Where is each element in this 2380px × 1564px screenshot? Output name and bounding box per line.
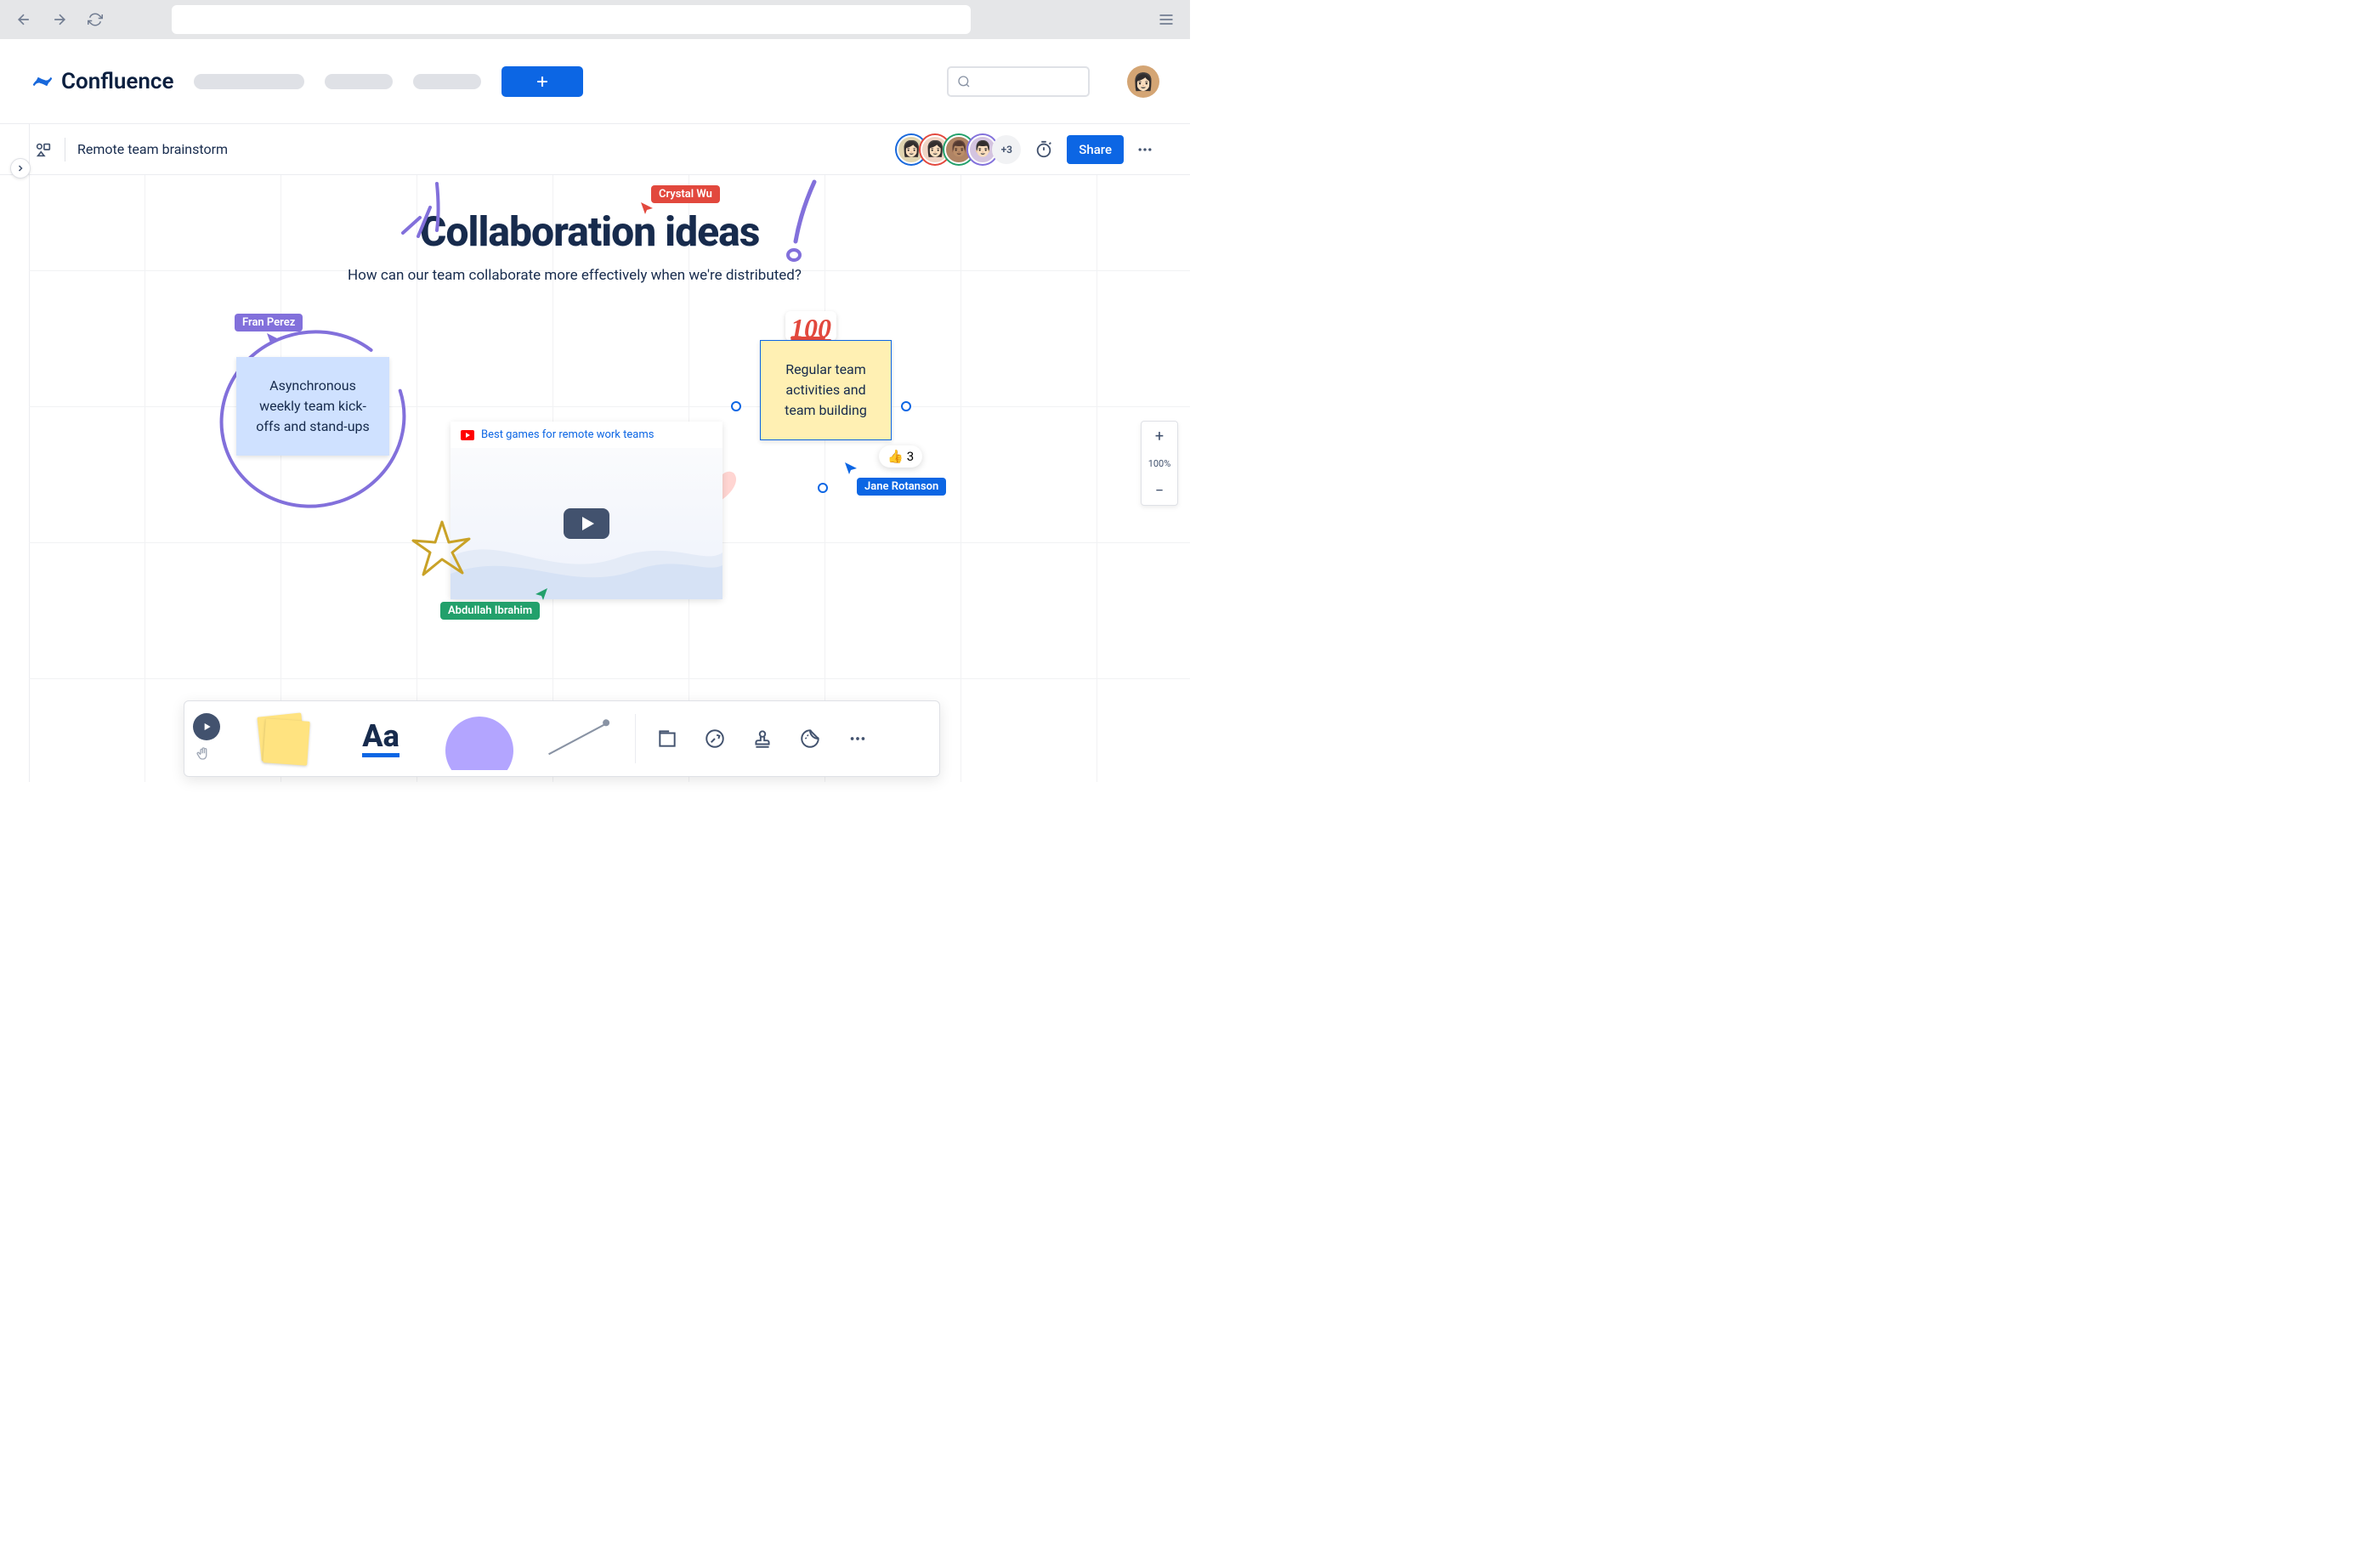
zoom-in-button[interactable]: + [1142,422,1177,450]
smart-link-tool[interactable] [694,717,736,760]
line-tool[interactable] [531,707,625,770]
section-tool[interactable] [646,717,688,760]
back-button[interactable] [14,9,34,30]
zoom-out-button[interactable]: − [1142,476,1177,505]
sticky-note-blue[interactable]: Asynchronous weekly team kick-offs and s… [236,357,389,456]
thumbs-up-icon: 👍 [887,449,904,464]
canvas-heading: Collaboration ideas [420,207,759,256]
app-name: Confluence [61,69,173,94]
url-bar[interactable] [172,5,971,34]
deco-exclaim-right [780,175,831,264]
play-icon [564,508,609,539]
video-title: Best games for remote work teams [481,428,654,441]
zoom-level: 100% [1142,450,1177,476]
sticky-note-tool[interactable] [235,707,329,770]
zoom-controls: + 100% − [1141,421,1178,506]
video-embed[interactable]: Best games for remote work teams [450,422,722,599]
nav-placeholder-1[interactable] [194,74,304,89]
profile-avatar[interactable]: 👩🏻 [1127,65,1159,98]
selection-handle-bottom[interactable] [818,483,828,493]
whiteboard-icon [34,140,53,159]
cursor-label-jane: Jane Rotanson [857,478,946,496]
share-button[interactable]: Share [1067,135,1124,164]
sidebar-toggle[interactable] [10,158,31,178]
youtube-icon [461,430,474,440]
browser-chrome [0,0,1190,39]
sticker-100[interactable]: 100 [785,311,836,341]
reload-button[interactable] [85,9,105,30]
canvas-subtitle: How can our team collaborate more effect… [348,267,802,284]
cursor-label-fran: Fran Perez [235,314,303,332]
document-header: Remote team brainstorm 👩🏻 👩🏻 👨🏽 👨🏻 +3 Sh… [0,124,1190,175]
forward-button[interactable] [49,9,70,30]
presence-more[interactable]: +3 [992,135,1021,164]
video-header: Best games for remote work teams [450,422,722,448]
sticker-tool[interactable] [789,717,831,760]
cursor-label-crystal: Crystal Wu [651,185,720,203]
search-icon [957,75,971,88]
text-tool[interactable]: Aa [334,707,428,770]
selection-handle-right[interactable] [901,401,911,411]
cursor-arrow-jane [843,461,858,476]
confluence-icon [31,71,54,92]
cursor-label-abdullah: Abdullah Ibrahim [440,602,540,620]
toolbar-more-button[interactable] [836,717,879,760]
timer-button[interactable] [1029,135,1058,164]
toolbar-divider [635,714,636,763]
video-thumbnail[interactable] [450,448,722,599]
confluence-logo[interactable]: Confluence [31,69,173,94]
stamp-tool[interactable] [741,717,784,760]
app-header: Confluence 👩🏻 [0,39,1190,124]
nav-placeholder-2[interactable] [325,74,393,89]
selection-handle-left[interactable] [731,401,741,411]
create-button[interactable] [502,66,583,97]
search-input[interactable] [947,66,1090,97]
sticky-note-yellow[interactable]: Regular team activities and team buildin… [760,340,892,440]
cursor-arrow-fran [265,332,280,347]
shape-tool[interactable] [433,707,526,770]
reaction-chip[interactable]: 👍3 [879,445,922,468]
presence-avatars: 👩🏻 👩🏻 👨🏽 👨🏻 +3 [902,135,1021,164]
document-title[interactable]: Remote team brainstorm [65,138,228,162]
nav-placeholder-3[interactable] [413,74,481,89]
whiteboard-canvas[interactable]: Collaboration ideas How can our team col… [29,175,1190,782]
whiteboard-toolbar: Aa [184,700,940,777]
more-actions-button[interactable] [1130,135,1159,164]
reaction-count: 3 [907,449,914,464]
hand-tool[interactable] [193,744,213,764]
browser-menu-button[interactable] [1156,9,1176,30]
pointer-tool[interactable] [193,713,220,740]
